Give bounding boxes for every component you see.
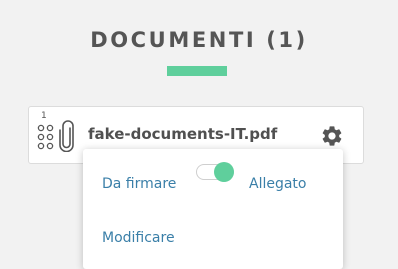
document-filename: fake-documents-IT.pdf (88, 125, 278, 143)
paperclip-icon (59, 120, 74, 152)
document-index: 1 (41, 111, 47, 121)
option-edit[interactable]: Modificare (102, 230, 175, 246)
option-to-sign[interactable]: Da firmare (102, 176, 176, 192)
toggle-knob (214, 162, 234, 182)
document-options-menu: Da firmare Allegato Modificare (83, 149, 343, 269)
section-title: DOCUMENTI (1) (90, 28, 308, 52)
option-attachment[interactable]: Allegato (249, 176, 307, 192)
title-underline (167, 66, 227, 76)
gear-icon[interactable] (320, 124, 344, 148)
drag-handle-icon[interactable] (37, 124, 54, 150)
sign-attachment-toggle[interactable] (196, 162, 234, 182)
